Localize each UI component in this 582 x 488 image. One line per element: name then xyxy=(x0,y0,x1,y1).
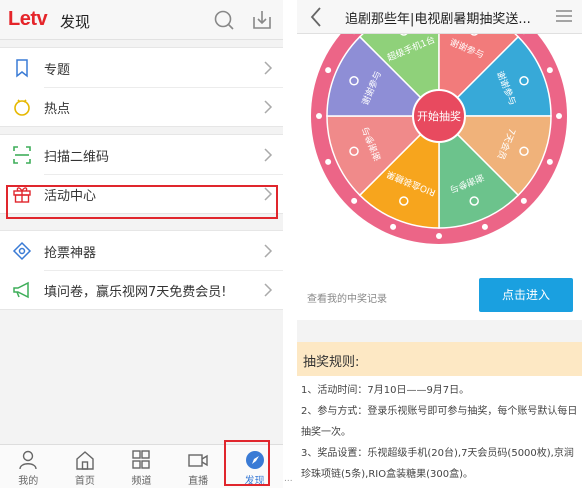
grid-icon xyxy=(132,450,151,469)
rules-list: 1、活动时间：7月10日——9月7日。 2、参与方式：登录乐视账号即可参与抽奖，… xyxy=(301,380,579,485)
menu-group-3: 抢票神器 填问卷，赢乐视网7天免费会员! xyxy=(0,230,283,310)
activity-center-highlight-box xyxy=(6,185,278,219)
start-lottery-label: 开始抽奖 xyxy=(417,109,461,123)
rim-light xyxy=(325,158,332,165)
record-row: 查看我的中奖记录 点击进入 xyxy=(297,270,582,320)
download-icon[interactable] xyxy=(250,8,274,32)
rim-light xyxy=(436,233,442,239)
tab-mine[interactable]: 我的 xyxy=(0,445,57,488)
menu-label: 热点 xyxy=(44,102,71,117)
hot-icon xyxy=(14,99,30,116)
menu-label: 扫描二维码 xyxy=(44,150,110,165)
rim-light xyxy=(481,223,488,230)
back-icon[interactable] xyxy=(309,6,323,28)
rim-light xyxy=(546,67,553,74)
menu-item-hot[interactable]: 热点 xyxy=(0,87,283,126)
page-title: 追剧那些年|电视剧暑期抽奖送... xyxy=(345,12,531,27)
rule-item: 2、参与方式：登录乐视账号即可参与抽奖，每个账号默认每日抽奖一次。 xyxy=(301,406,578,438)
tab-label: 频道 xyxy=(131,476,152,487)
chevron-right-icon xyxy=(264,100,273,114)
home-icon xyxy=(76,451,94,470)
letv-logo: Letv xyxy=(8,8,48,30)
rim-light xyxy=(316,113,322,119)
tab-channels[interactable]: 频道 xyxy=(113,445,170,488)
enter-button[interactable]: 点击进入 xyxy=(479,278,573,312)
tab-label: 我的 xyxy=(18,476,39,487)
webview-header: 追剧那些年|电视剧暑期抽奖送... xyxy=(297,0,582,34)
discover-tab-highlight-box xyxy=(224,440,270,486)
ellipsis: ... xyxy=(284,474,293,484)
rule-item: 1、活动时间：7月10日——9月7日。 xyxy=(301,385,470,396)
menu-item-survey[interactable]: 填问卷，赢乐视网7天免费会员! xyxy=(0,270,283,309)
rim-light xyxy=(325,67,332,74)
rim-light xyxy=(546,158,553,165)
menu-item-topics[interactable]: 专题 xyxy=(0,48,283,87)
megaphone-icon xyxy=(13,281,29,299)
rules-header: 抽奖规则: xyxy=(297,342,582,376)
chevron-right-icon xyxy=(264,244,273,258)
scan-icon xyxy=(13,146,31,164)
tab-label: 直播 xyxy=(188,476,209,487)
rules-title: 抽奖规则: xyxy=(303,355,360,370)
bookmark-icon xyxy=(16,59,28,78)
rim-light xyxy=(390,223,397,230)
rim-light xyxy=(556,113,562,119)
video-camera-icon xyxy=(188,454,208,467)
menu-icon[interactable] xyxy=(556,9,572,23)
menu-label: 抢票神器 xyxy=(44,246,97,261)
section-divider xyxy=(297,320,582,342)
chevron-right-icon xyxy=(264,61,273,75)
page-title: 发现 xyxy=(60,13,91,31)
my-prize-record-link[interactable]: 查看我的中奖记录 xyxy=(307,290,387,305)
prize-wheel-area: 超级手机1台 谢谢参与 谢谢参与 7天会员 谢谢参与 RIO盒装糖果 谢谢参与 谢谢参与 开始抽… xyxy=(297,0,582,270)
ticket-icon xyxy=(12,241,32,261)
search-icon[interactable] xyxy=(212,8,236,32)
chevron-right-icon xyxy=(264,148,273,162)
menu-item-ticket-grabber[interactable]: 抢票神器 xyxy=(0,231,283,270)
lottery-page: 追剧那些年|电视剧暑期抽奖送... 超级手机1台 谢谢参与 谢谢参与 7天会员 谢谢参与… xyxy=(297,0,582,488)
rim-light xyxy=(520,197,527,204)
menu-label: 专题 xyxy=(44,63,71,78)
menu-item-scan-qr[interactable]: 扫描二维码 xyxy=(0,135,283,174)
rule-item: 3、奖品设置：乐视超级手机(20台),7天会员码(5000枚),京润珍珠项链(5… xyxy=(301,448,574,480)
chevron-right-icon xyxy=(264,283,273,297)
person-icon xyxy=(19,450,37,470)
tab-home[interactable]: 首页 xyxy=(57,445,114,488)
rim-light xyxy=(351,197,358,204)
tab-live[interactable]: 直播 xyxy=(170,445,227,488)
top-bar: Letv 发现 xyxy=(0,0,283,40)
tab-label: 首页 xyxy=(74,476,95,487)
menu-label: 填问卷，赢乐视网7天免费会员! xyxy=(44,285,227,300)
discover-screen: Letv 发现 专题 热点 扫描二维码 活动中心 抢票神器 填问卷，赢乐视网7天… xyxy=(0,0,283,488)
prize-wheel[interactable]: 超级手机1台 谢谢参与谢谢参与7天会员谢谢参与RIO盒装糖果谢谢参与谢谢参与开始抽… xyxy=(297,0,582,270)
menu-group-1: 专题 热点 xyxy=(0,47,283,127)
